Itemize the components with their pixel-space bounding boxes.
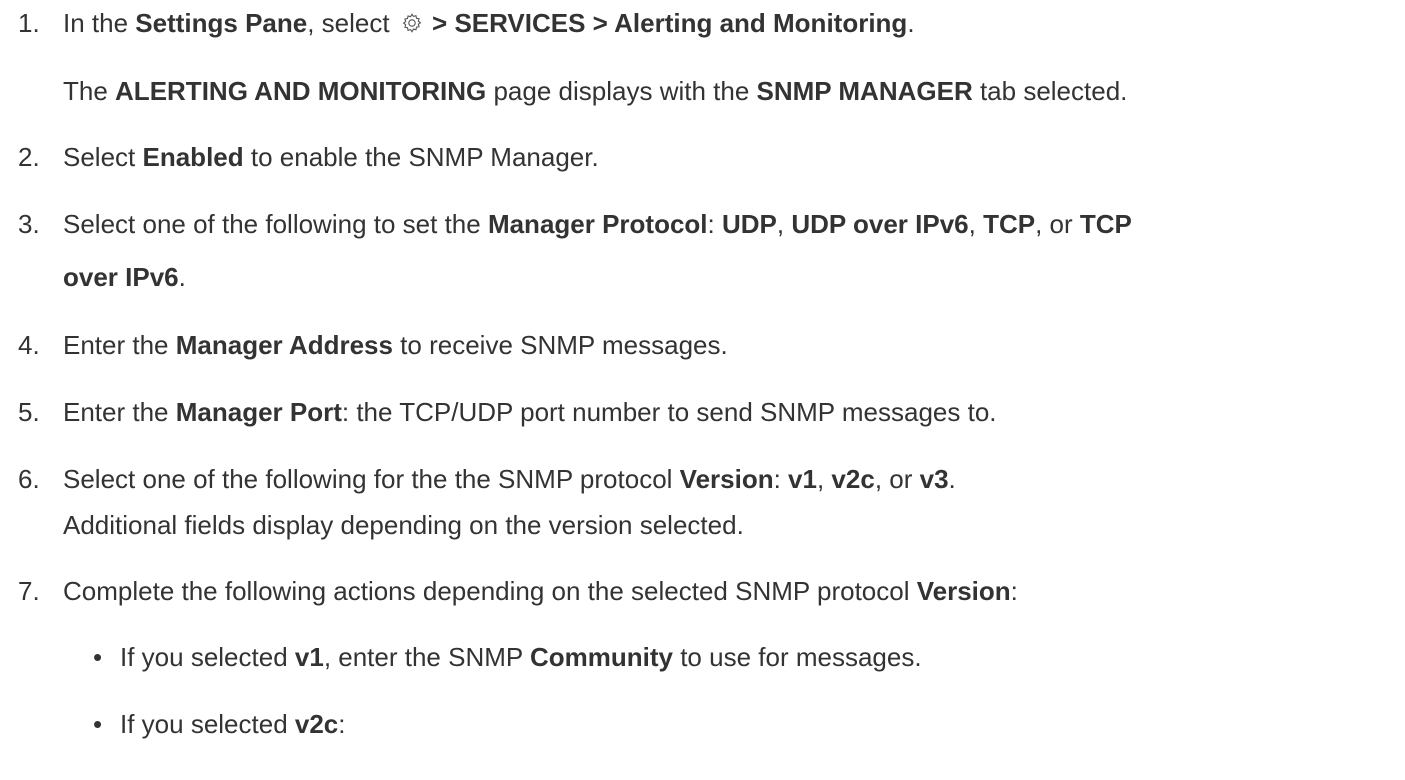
text-run: : — [1010, 576, 1018, 606]
gear-icon — [402, 13, 422, 33]
step-line: Select Enabled to enable the SNMP Manage… — [63, 142, 599, 173]
step-line: Enter the Manager Port: the TCP/UDP port… — [63, 397, 997, 428]
bullet-symbol: • — [93, 709, 103, 739]
text-run: to enable the SNMP Manager. — [243, 142, 599, 172]
ui-term-tcp: TCP — [983, 209, 1036, 239]
text-run: Additional fields display depending on t… — [63, 510, 744, 540]
ui-term-v1: v1 — [294, 642, 324, 672]
text-run: Select — [63, 142, 143, 172]
text-run: : — [338, 709, 346, 739]
text-run: , select — [307, 8, 397, 38]
step-number: 7. — [18, 576, 40, 606]
bullet-symbol: • — [93, 642, 103, 672]
step-number: 4. — [18, 330, 40, 360]
text-run: If you selected — [120, 709, 295, 739]
bullet-line: If you selected v2c: — [120, 709, 346, 740]
ui-term-page-name: ALERTING AND MONITORING — [115, 76, 487, 106]
text-run: , — [968, 209, 984, 239]
ui-term-manager-port: Manager Port — [175, 397, 342, 427]
ui-term-settings-pane: Settings Pane — [135, 8, 308, 38]
text-run: , — [816, 464, 832, 494]
ui-term-tab-name: SNMP MANAGER — [756, 76, 973, 106]
text-run: , — [776, 209, 792, 239]
text-run: In the — [63, 8, 136, 38]
ui-term-version: Version — [679, 464, 774, 494]
text-run: , or — [1035, 209, 1080, 239]
text-run: . — [907, 8, 915, 38]
ui-term-tcp-ipv6: TCP — [1079, 209, 1132, 239]
ui-term-manager-protocol: Manager Protocol — [487, 209, 708, 239]
bullet-line: If you selected v1, enter the SNMP Commu… — [120, 642, 922, 673]
text-run: Complete the following actions depending… — [63, 576, 917, 606]
text-run: Select one of the following for the the … — [63, 464, 680, 494]
text-run: to receive SNMP messages. — [392, 330, 728, 360]
ui-term-menu-path: > SERVICES > Alerting and Monitoring — [424, 8, 908, 38]
step-number: 2. — [18, 142, 40, 172]
step-line: Complete the following actions depending… — [63, 576, 1018, 607]
ui-term-manager-address: Manager Address — [175, 330, 393, 360]
text-run: . — [178, 262, 186, 292]
ui-term-v2c: v2c — [831, 464, 875, 494]
step-line: The ALERTING AND MONITORING page display… — [63, 76, 1127, 107]
step-number: 6. — [18, 464, 40, 494]
text-run: : — [707, 209, 722, 239]
ui-term-enabled: Enabled — [142, 142, 244, 172]
step-line: Additional fields display depending on t… — [63, 510, 744, 541]
step-line: In the Settings Pane, select > SERVICES … — [63, 8, 915, 39]
text-run: Enter the — [63, 397, 176, 427]
step-number: 3. — [18, 209, 40, 239]
step-line: Select one of the following to set the M… — [63, 209, 1132, 240]
ui-term-tcp-ipv6-cont: over IPv6 — [63, 262, 179, 292]
text-run: The — [63, 76, 116, 106]
step-line: Enter the Manager Address to receive SNM… — [63, 330, 728, 361]
ui-term-udp: UDP — [721, 209, 777, 239]
text-run: If you selected — [120, 642, 295, 672]
text-run: Select one of the following to set the — [63, 209, 488, 239]
step-line: Select one of the following for the the … — [63, 464, 956, 495]
ui-term-v2c: v2c — [294, 709, 339, 739]
text-run: Enter the — [63, 330, 176, 360]
text-run: , enter the SNMP — [323, 642, 530, 672]
step-number: 1. — [18, 8, 40, 38]
text-run: , or — [874, 464, 920, 494]
text-run: tab selected. — [972, 76, 1128, 106]
ui-term-community: Community — [529, 642, 673, 672]
text-run: page displays with the — [486, 76, 757, 106]
text-run: : — [773, 464, 789, 494]
text-run: to use for messages. — [672, 642, 922, 672]
ui-term-v3: v3 — [919, 464, 949, 494]
step-line: over IPv6. — [63, 262, 186, 293]
ui-term-udp-ipv6: UDP over IPv6 — [791, 209, 969, 239]
ui-term-v1: v1 — [788, 464, 817, 494]
ui-term-version: Version — [916, 576, 1011, 606]
text-run: . — [948, 464, 956, 494]
step-number: 5. — [18, 397, 40, 427]
text-run: : the TCP/UDP port number to send SNMP m… — [341, 397, 997, 427]
